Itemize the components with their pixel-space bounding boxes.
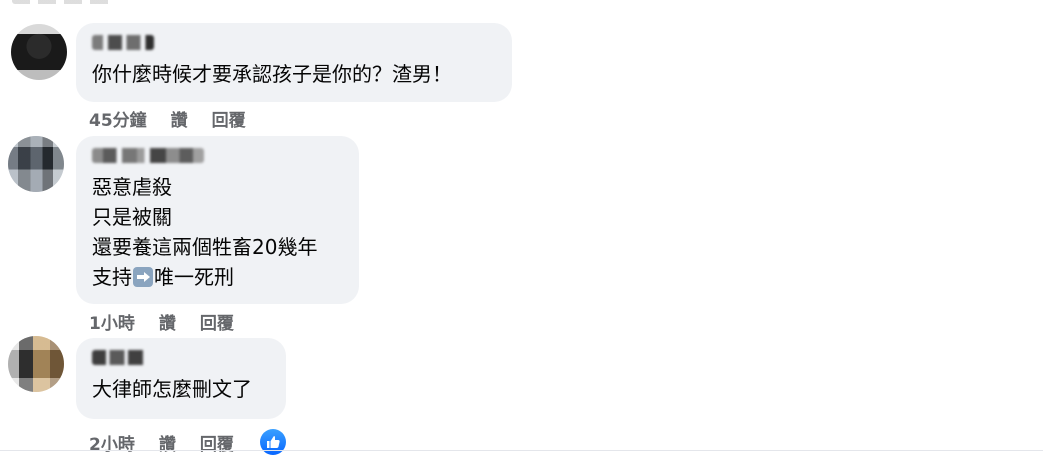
comment-text: 你什麼時候才要承認孩子是你的？渣男！ xyxy=(92,62,452,86)
avatar[interactable] xyxy=(11,24,67,80)
right-arrow-icon xyxy=(133,267,153,287)
comment-time[interactable]: 1小時 xyxy=(89,309,135,334)
comment-bubble: 大律師怎麼刪文了 xyxy=(76,338,286,419)
comment-text: 大律師怎麼刪文了 xyxy=(92,377,252,401)
comment-bubble: 惡意虐殺 只是被關 還要養這兩個牲畜20幾年 支持 唯一死刑 xyxy=(76,136,359,304)
like-button[interactable]: 讚 xyxy=(159,309,176,334)
author-name-blurred[interactable] xyxy=(92,35,154,50)
comment-actions: 2小時 讚 回覆 xyxy=(89,429,286,455)
comment-actions: 45分鐘 讚 回覆 xyxy=(89,106,246,131)
divider xyxy=(0,450,1043,451)
reply-button[interactable]: 回覆 xyxy=(212,106,246,131)
avatar[interactable] xyxy=(8,336,64,392)
avatar[interactable] xyxy=(8,136,64,192)
comment-text-segment: 唯一死刑 xyxy=(154,265,234,289)
author-name-blurred[interactable] xyxy=(92,350,150,365)
previous-content-edge xyxy=(12,0,132,4)
comment-thread: 你什麼時候才要承認孩子是你的？渣男！ 45分鐘 讚 回覆 惡意虐殺 只是被關 還… xyxy=(0,0,1043,455)
comment-bubble: 你什麼時候才要承認孩子是你的？渣男！ xyxy=(76,23,512,102)
comment-text-line: 還要養這兩個牲畜20幾年 xyxy=(92,235,318,259)
comment-text-segment: 支持 xyxy=(92,265,132,289)
comment-text-line: 支持 唯一死刑 xyxy=(92,262,341,292)
comment-actions: 1小時 讚 回覆 xyxy=(89,309,234,334)
comment-text-line: 只是被關 xyxy=(92,205,172,229)
reply-button[interactable]: 回覆 xyxy=(200,309,234,334)
like-button[interactable]: 讚 xyxy=(171,106,188,131)
comment-time[interactable]: 45分鐘 xyxy=(89,106,147,131)
thumbs-up-icon xyxy=(266,436,280,448)
author-name-blurred[interactable] xyxy=(92,148,204,163)
comment-text-line: 惡意虐殺 xyxy=(92,175,172,199)
like-reaction-icon[interactable] xyxy=(259,429,286,455)
